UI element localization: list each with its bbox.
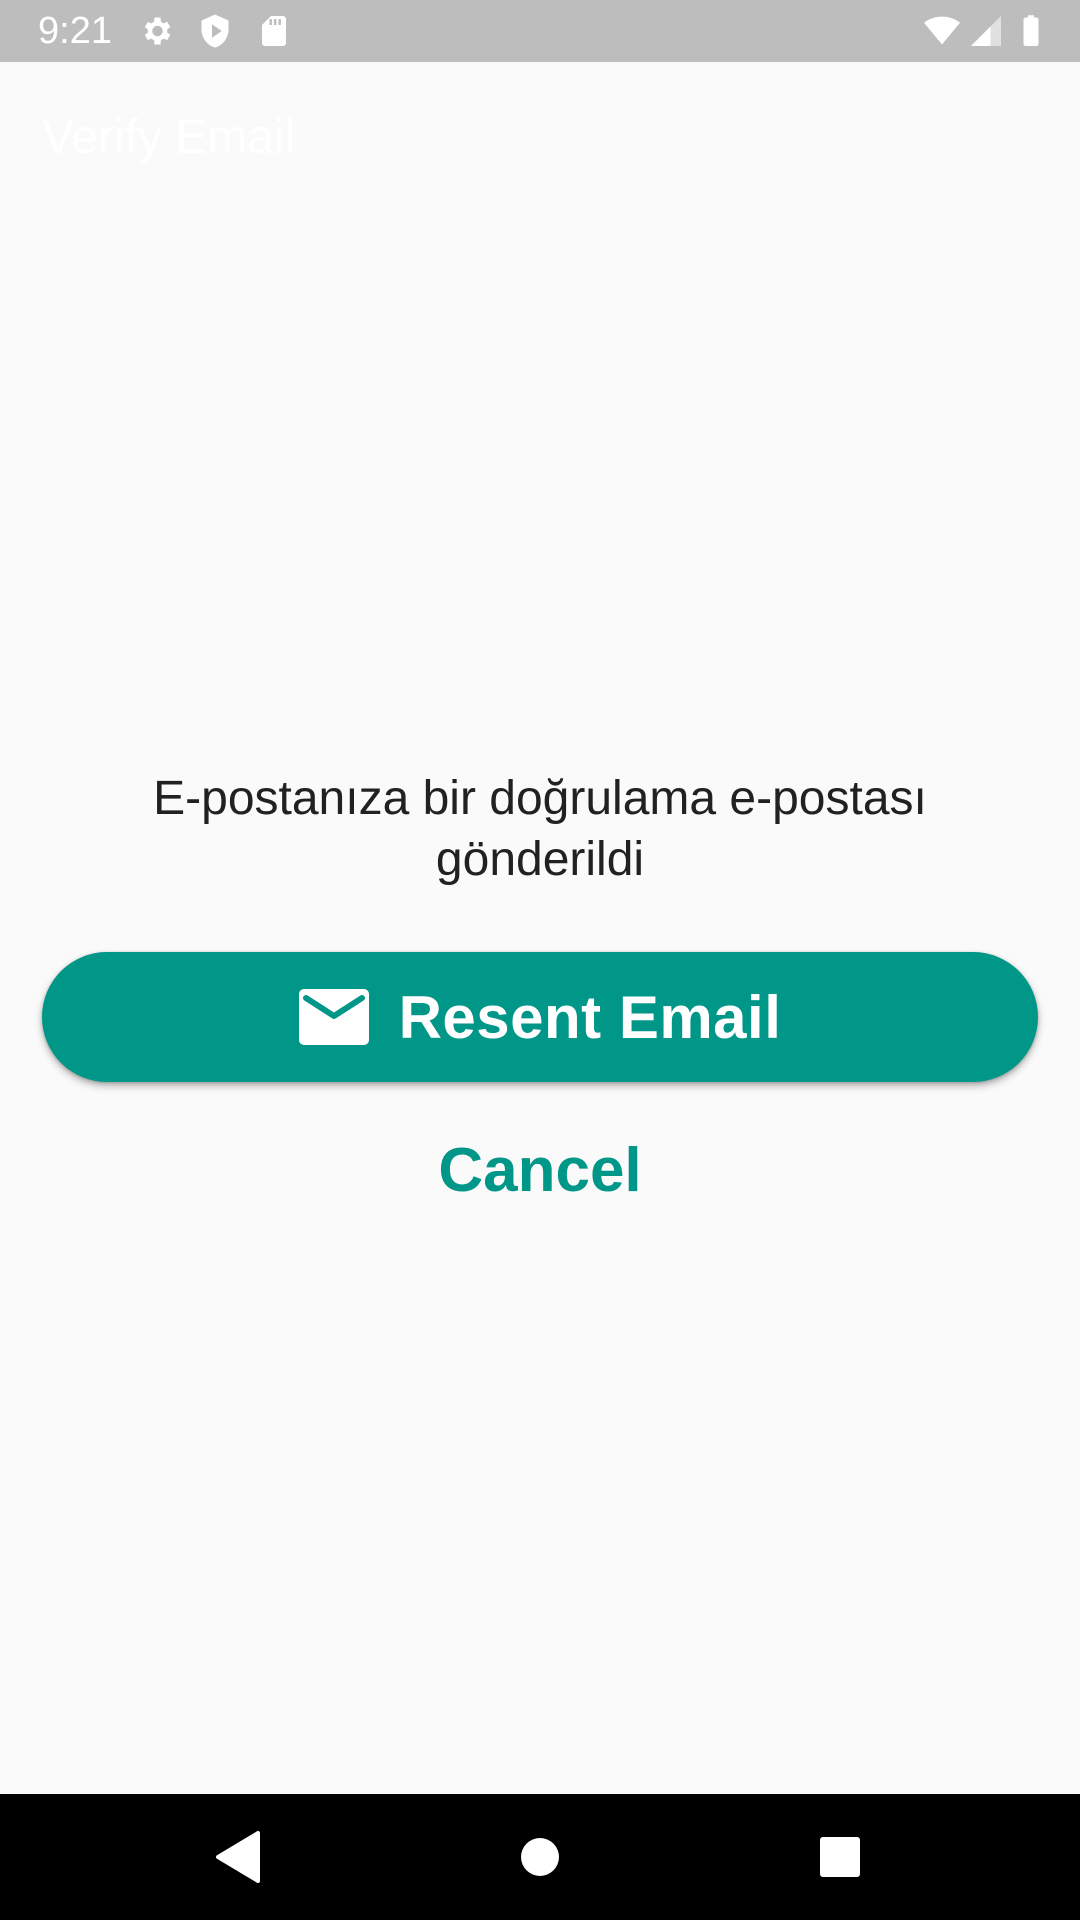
resend-email-label: Resent Email [398, 983, 782, 1051]
home-icon[interactable] [510, 1827, 570, 1887]
cancel-button[interactable]: Cancel [390, 1130, 690, 1210]
sd-card-icon [262, 16, 286, 46]
shield-icon [201, 14, 229, 48]
signal-icon [971, 16, 1001, 46]
page-title: Verify Email [42, 111, 296, 164]
resend-email-button[interactable]: Resent Email [42, 952, 1038, 1082]
wifi-icon [924, 16, 960, 45]
recents-icon[interactable] [810, 1827, 870, 1887]
verify-email-screen: 9:21 Verify Email E-postanıza bir doğrul… [0, 0, 1080, 1920]
battery-icon [1023, 15, 1039, 46]
status-bar: 9:21 [0, 0, 1080, 62]
mail-icon [298, 989, 369, 1045]
gear-icon [144, 17, 171, 45]
verification-message: E-postanıza bir doğrulama e-postası gönd… [153, 772, 927, 886]
back-icon[interactable] [210, 1827, 270, 1887]
status-time: 9:21 [38, 10, 112, 52]
navigation-bar [0, 1794, 1080, 1920]
